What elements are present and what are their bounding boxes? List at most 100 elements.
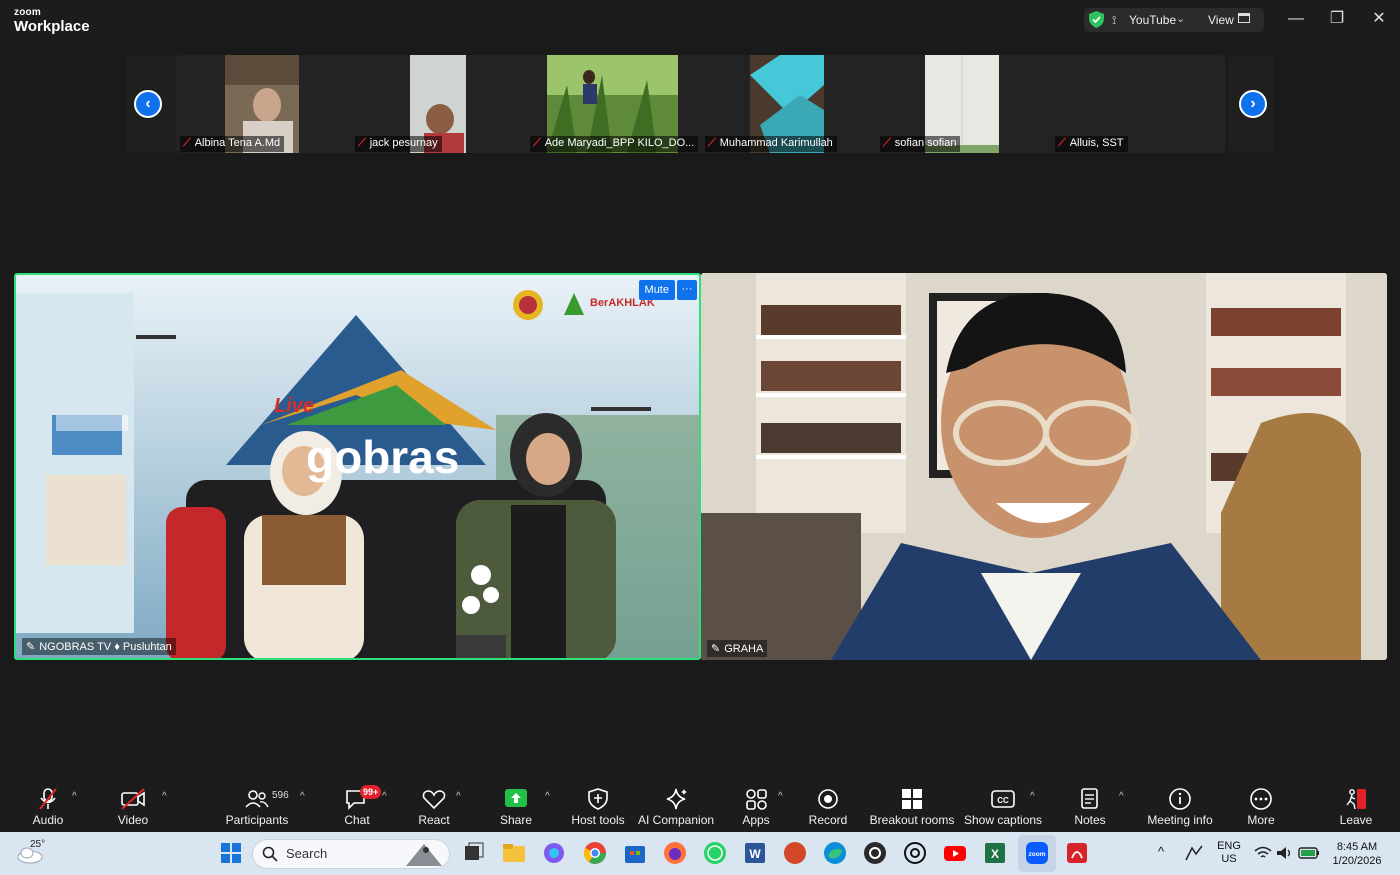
- edge-icon[interactable]: [822, 840, 848, 866]
- file-explorer-icon[interactable]: [501, 840, 527, 866]
- mic-off-icon: [39, 788, 57, 810]
- youtube-icon[interactable]: [942, 840, 968, 866]
- grid-view-icon[interactable]: [1238, 13, 1250, 23]
- copilot-icon[interactable]: [541, 840, 567, 866]
- meeting-info-button[interactable]: Meeting info: [1144, 777, 1216, 832]
- show-captions-button[interactable]: CC Show captions: [964, 777, 1042, 832]
- video-participant-name: NGOBRAS TV ♦ Pusluhtan: [39, 641, 172, 653]
- excel-icon[interactable]: X: [982, 840, 1008, 866]
- mic-muted-icon: ⟋: [708, 137, 716, 149]
- more-dots-icon: [1250, 788, 1272, 810]
- more-options-button[interactable]: ···: [677, 280, 697, 300]
- zoom-taskbar-icon[interactable]: zoom: [1024, 840, 1050, 866]
- participant-name-tag: ⟋ sofian sofian: [880, 136, 961, 152]
- filmstrip-next-button[interactable]: ›: [1239, 90, 1267, 118]
- video-name-tag: ✎ GRAHA: [707, 640, 768, 657]
- share-button[interactable]: Share: [492, 777, 540, 832]
- active-speaker-video[interactable]: Live gobras BerAKHLAK Mute ··· ✎ NGOBRAS …: [14, 273, 701, 660]
- chrome-icon[interactable]: [582, 840, 608, 866]
- record-button[interactable]: Record: [804, 777, 852, 832]
- clock-time: 8:45 AM: [1336, 841, 1378, 853]
- breakout-rooms-icon: [902, 789, 922, 809]
- audio-button[interactable]: Audio: [22, 777, 74, 832]
- captions-options-caret-icon[interactable]: ^: [1030, 791, 1035, 802]
- search-placeholder[interactable]: Search: [286, 846, 327, 861]
- show-hidden-icons-chevron-icon[interactable]: ^: [1158, 844, 1164, 859]
- language-code: ENG: [1217, 840, 1241, 852]
- more-button[interactable]: More: [1238, 777, 1284, 832]
- security-shield-icon: [1089, 11, 1104, 28]
- chatgpt-icon[interactable]: [902, 840, 928, 866]
- video-name-tag: ✎ NGOBRAS TV ♦ Pusluhtan: [22, 638, 176, 655]
- participant-name: sofian sofian: [894, 137, 957, 149]
- record-label: Record: [808, 813, 848, 827]
- participants-button[interactable]: Participants: [222, 777, 292, 832]
- obs-icon[interactable]: [862, 840, 888, 866]
- participant-name: Muhammad Karimullah: [719, 137, 833, 149]
- mic-muted-icon: ⟋: [183, 137, 191, 149]
- mic-muted-icon: ⟋: [358, 137, 366, 149]
- powerpoint-icon[interactable]: [782, 840, 808, 866]
- mic-muted-icon: ⟋: [1058, 137, 1066, 149]
- show-captions-label: Show captions: [964, 813, 1043, 827]
- filmstrip-prev-button[interactable]: ‹: [134, 90, 162, 118]
- apps-button[interactable]: Apps: [735, 777, 777, 832]
- participants-options-caret-icon[interactable]: ^: [300, 791, 305, 802]
- chat-unread-badge: 99+: [360, 785, 382, 799]
- location-pen-icon[interactable]: [1184, 844, 1204, 862]
- word-icon[interactable]: W: [742, 840, 768, 866]
- video-button[interactable]: Video: [106, 777, 160, 832]
- sparkle-icon: [666, 788, 687, 810]
- participant-name-tag: ⟋ jack pesurnay: [355, 136, 442, 152]
- notes-button[interactable]: Notes: [1068, 777, 1112, 832]
- mute-participant-button[interactable]: Mute: [638, 280, 675, 300]
- apps-options-caret-icon[interactable]: ^: [778, 791, 783, 802]
- whatsapp-icon[interactable]: [702, 840, 728, 866]
- svg-text:X: X: [991, 847, 999, 861]
- firefox-icon[interactable]: [662, 840, 688, 866]
- live-stream-icon: ⟟: [1112, 13, 1117, 27]
- restore-button[interactable]: ❐: [1324, 8, 1350, 30]
- close-button[interactable]: ✕: [1366, 8, 1392, 30]
- logo-line2: Workplace: [14, 18, 90, 35]
- minimize-button[interactable]: —: [1283, 8, 1309, 30]
- view-button[interactable]: View: [1208, 13, 1234, 27]
- react-label: React: [418, 813, 450, 827]
- task-view-icon[interactable]: [461, 840, 487, 866]
- acrobat-icon[interactable]: [1064, 840, 1090, 866]
- chat-options-caret-icon[interactable]: ^: [382, 791, 387, 802]
- react-button[interactable]: React: [410, 777, 458, 832]
- leave-button[interactable]: Leave: [1334, 777, 1378, 832]
- clock-date: 1/20/2026: [1332, 855, 1382, 867]
- video-label: Video: [117, 813, 149, 827]
- host-tools-button[interactable]: Host tools: [568, 777, 628, 832]
- wifi-icon[interactable]: [1254, 846, 1272, 860]
- region-code: US: [1221, 853, 1237, 865]
- participant-name-tag: ⟋ Albina Tena A.Md: [180, 136, 285, 152]
- language-indicator[interactable]: ENG US: [1214, 840, 1244, 866]
- share-options-caret-icon[interactable]: ^: [545, 791, 550, 802]
- weather-temperature[interactable]: 25°: [30, 839, 45, 850]
- svg-text:CC: CC: [997, 796, 1009, 805]
- home-video-frame: [701, 273, 1387, 660]
- breakout-rooms-button[interactable]: Breakout rooms: [868, 777, 956, 832]
- more-label: More: [1247, 813, 1275, 827]
- video-options-caret-icon[interactable]: ^: [162, 791, 167, 802]
- notes-options-caret-icon[interactable]: ^: [1119, 791, 1124, 802]
- ai-companion-button[interactable]: AI Companion: [638, 777, 714, 832]
- microsoft-store-icon[interactable]: [622, 840, 648, 866]
- youtube-label[interactable]: YouTube: [1129, 13, 1176, 27]
- volume-icon[interactable]: [1276, 846, 1294, 860]
- battery-charging-icon[interactable]: [1298, 846, 1320, 860]
- participant-video-main[interactable]: ✎ GRAHA: [701, 273, 1387, 660]
- windows-start-icon[interactable]: [218, 840, 244, 866]
- react-options-caret-icon[interactable]: ^: [456, 791, 461, 802]
- chevron-down-icon[interactable]: ⌄: [1176, 12, 1185, 25]
- notes-icon: [1081, 788, 1098, 809]
- audio-options-caret-icon[interactable]: ^: [72, 791, 77, 802]
- windows-taskbar: 25° Search W X zoom ^ ENG US 8:45 AM 1/2…: [0, 832, 1400, 875]
- host-shield-icon: [588, 788, 608, 810]
- clock[interactable]: 8:45 AM 1/20/2026: [1328, 840, 1386, 868]
- pin-icon: ✎: [26, 641, 36, 653]
- host-tools-label: Host tools: [571, 813, 625, 827]
